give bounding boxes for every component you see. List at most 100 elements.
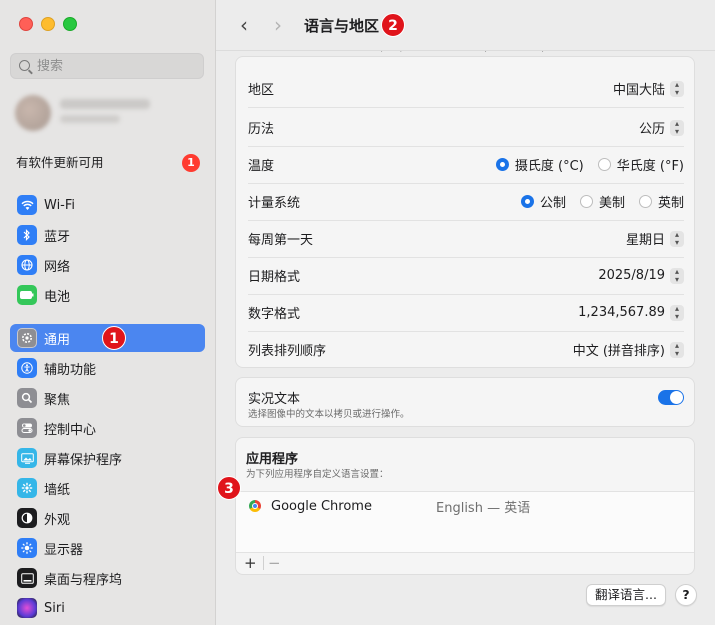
sidebar-item-siri[interactable]: Siri bbox=[10, 594, 205, 622]
radio-dot-selected bbox=[495, 158, 509, 171]
apple-account[interactable] bbox=[15, 93, 200, 133]
sidebar-item-battery[interactable]: 电池 bbox=[10, 281, 205, 309]
sidebar-item-label: 聚焦 bbox=[44, 392, 71, 408]
wifi-icon bbox=[17, 195, 37, 215]
spotlight-icon bbox=[17, 388, 37, 408]
first-day-row: 每周第一天 星期日 ▴ ▾ bbox=[248, 220, 684, 258]
measurement-row: 计量系统 公制 美制 英制 bbox=[248, 183, 684, 221]
first-day-popup[interactable]: 星期日 ▴ ▾ bbox=[626, 229, 684, 248]
sidebar-item-accessibility[interactable]: 辅助功能 bbox=[10, 354, 205, 382]
list-item[interactable]: Google Chrome English — 英语 bbox=[236, 495, 694, 517]
software-update-label: 有软件更新可用 bbox=[16, 155, 104, 170]
radio-dot bbox=[579, 195, 593, 208]
minimize-window-button[interactable] bbox=[41, 17, 55, 31]
display-icon bbox=[17, 538, 37, 558]
measurement-label: 计量系统 bbox=[248, 196, 301, 211]
region-label: 地区 bbox=[248, 83, 275, 98]
radio-dot bbox=[638, 195, 652, 208]
live-text-title: 实况文本 bbox=[248, 392, 301, 407]
radio-label: 公制 bbox=[539, 196, 566, 211]
sidebar-item-label: 辅助功能 bbox=[44, 362, 97, 378]
titlebar: ‹ › 语言与地区 2 bbox=[216, 0, 715, 51]
sidebar-item-label: 控制中心 bbox=[44, 422, 97, 438]
app-name: Google Chrome bbox=[271, 498, 372, 514]
radio-celsius[interactable]: 摄氏度 (°C) bbox=[495, 155, 584, 174]
close-window-button[interactable] bbox=[19, 17, 33, 31]
annotation-marker-3: 3 bbox=[217, 476, 241, 500]
sidebar-item-label: 桌面与程序坞 bbox=[44, 572, 123, 588]
chevron-updown-icon: ▴ ▾ bbox=[670, 267, 684, 284]
first-day-value: 星期日 bbox=[625, 233, 665, 248]
sidebar-item-wallpaper[interactable]: 墙纸 bbox=[10, 474, 205, 502]
software-update-item[interactable]: 有软件更新可用 1 bbox=[16, 154, 200, 172]
date-format-row: 日期格式 2025/8/19 ▴ ▾ bbox=[248, 257, 684, 295]
apps-title: 应用程序 bbox=[246, 452, 299, 467]
chevron-updown-icon: ▴ ▾ bbox=[670, 230, 684, 247]
radio-fahrenheit[interactable]: 华氏度 (°F) bbox=[597, 155, 684, 174]
accessibility-icon bbox=[17, 358, 37, 378]
sidebar-item-displays[interactable]: 显示器 bbox=[10, 534, 205, 562]
radio-us[interactable]: 美制 bbox=[579, 192, 625, 211]
radio-label: 摄氏度 (°C) bbox=[514, 159, 584, 174]
appearance-icon bbox=[17, 508, 37, 528]
number-format-popup[interactable]: 1,234,567.89 ▴ ▾ bbox=[578, 304, 684, 321]
temperature-radio-group: 摄氏度 (°C) 华氏度 (°F) bbox=[482, 155, 684, 174]
measurement-radio-group: 公制 美制 英制 bbox=[507, 192, 684, 211]
temperature-row: 温度 摄氏度 (°C) 华氏度 (°F) bbox=[248, 146, 684, 184]
apps-desc: 为下列应用程序自定义语言设置： bbox=[246, 469, 389, 480]
calendar-value: 公历 bbox=[638, 122, 665, 137]
sidebar-item-appearance[interactable]: 外观 bbox=[10, 504, 205, 532]
avatar bbox=[15, 95, 51, 131]
sidebar-item-spotlight[interactable]: 聚焦 bbox=[10, 384, 205, 412]
list-sort-label: 列表排列顺序 bbox=[248, 344, 327, 359]
sidebar-item-network[interactable]: 网络 bbox=[10, 251, 205, 279]
region-format-card: 地区 中国大陆 ▴ ▾ 历法 公历 ▴ ▾ 温度 摄氏度 (°C) 华氏度 (°F) 计… bbox=[235, 56, 695, 368]
radio-metric[interactable]: 公制 bbox=[520, 192, 566, 211]
sidebar-item-label: 屏幕保护程序 bbox=[44, 452, 123, 468]
radio-label: 华氏度 (°F) bbox=[616, 159, 684, 174]
translate-languages-button[interactable]: 翻译语言... bbox=[586, 584, 666, 606]
region-row: 地区 中国大陆 ▴ ▾ bbox=[248, 70, 684, 108]
sidebar-item-desktop-dock[interactable]: 桌面与程序坞 bbox=[10, 564, 205, 592]
sidebar-item-bluetooth[interactable]: 蓝牙 bbox=[10, 221, 205, 249]
sidebar-item-screensaver[interactable]: 屏幕保护程序 bbox=[10, 444, 205, 472]
list-sort-popup[interactable]: 中文 (拼音排序) ▴ ▾ bbox=[573, 340, 684, 359]
live-text-card: 实况文本 选择图像中的文本以拷贝或进行操作。 bbox=[235, 377, 695, 427]
chevron-updown-icon: ▴ ▾ bbox=[670, 304, 684, 321]
sidebar-item-label: Siri bbox=[44, 600, 65, 616]
window-controls bbox=[19, 17, 77, 31]
sidebar-item-control-center[interactable]: 控制中心 bbox=[10, 414, 205, 442]
zoom-window-button[interactable] bbox=[63, 17, 77, 31]
gear-icon bbox=[17, 328, 37, 348]
temperature-label: 温度 bbox=[248, 159, 275, 174]
chevron-updown-icon: ▴ ▾ bbox=[670, 119, 684, 136]
account-name-blurred bbox=[60, 99, 150, 109]
siri-icon bbox=[17, 598, 37, 618]
calendar-label: 历法 bbox=[248, 122, 275, 137]
sidebar-item-wifi[interactable]: Wi-Fi bbox=[10, 191, 205, 219]
remove-app-button[interactable]: − bbox=[268, 554, 281, 572]
region-popup[interactable]: 中国大陆 ▴ ▾ bbox=[613, 79, 684, 98]
calendar-popup[interactable]: 公历 ▴ ▾ bbox=[639, 118, 684, 137]
date-format-popup[interactable]: 2025/8/19 ▴ ▾ bbox=[598, 267, 684, 284]
add-app-button[interactable]: + bbox=[244, 554, 257, 572]
sidebar-item-label: Wi-Fi bbox=[44, 197, 76, 213]
forward-button[interactable]: › bbox=[268, 14, 288, 36]
date-format-value: 2025/8/19 bbox=[598, 268, 665, 283]
radio-dot bbox=[597, 158, 611, 171]
radio-uk[interactable]: 英制 bbox=[638, 192, 684, 211]
search-input[interactable]: 搜索 bbox=[10, 53, 204, 79]
number-format-label: 数字格式 bbox=[248, 307, 301, 322]
sidebar-item-label: 电池 bbox=[44, 289, 71, 305]
apps-list: Google Chrome English — 英语 bbox=[236, 491, 694, 553]
search-placeholder: 搜索 bbox=[37, 59, 64, 74]
sidebar: 搜索 有软件更新可用 1 Wi-Fi 蓝牙 网络 电池 通用 辅助功能 聚焦 控… bbox=[0, 0, 216, 625]
battery-icon bbox=[17, 285, 37, 305]
wallpaper-icon bbox=[17, 478, 37, 498]
update-badge: 1 bbox=[182, 154, 200, 172]
date-format-label: 日期格式 bbox=[248, 270, 301, 285]
bluetooth-icon bbox=[17, 225, 37, 245]
help-button[interactable]: ? bbox=[675, 584, 697, 606]
back-button[interactable]: ‹ bbox=[234, 14, 254, 36]
live-text-toggle[interactable] bbox=[658, 390, 684, 405]
